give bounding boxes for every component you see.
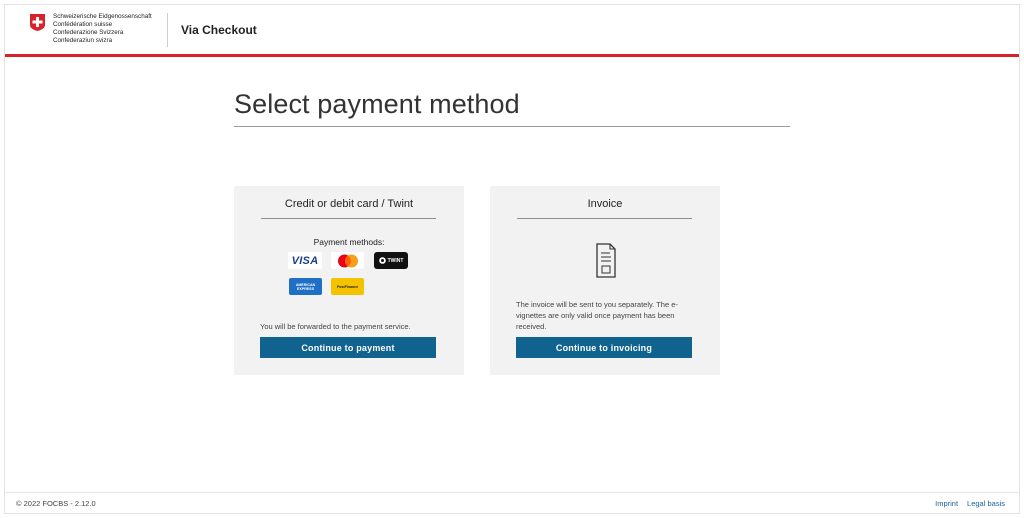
card-payment-panel: Credit or debit card / Twint Payment met… — [234, 186, 464, 375]
imprint-link[interactable]: Imprint — [935, 499, 958, 508]
legal-basis-link[interactable]: Legal basis — [967, 499, 1005, 508]
card-payment-title: Credit or debit card / Twint — [284, 198, 414, 210]
card-divider — [261, 218, 436, 219]
invoice-title: Invoice — [587, 198, 623, 210]
logo-line: Confederazione Svizzera — [53, 29, 124, 36]
continue-to-invoicing-button[interactable]: Continue to invoicing — [516, 337, 692, 358]
browser-frame: Schweizerische Eidgenossenschaft Confédé… — [4, 4, 1020, 514]
site-header: Schweizerische Eidgenossenschaft Confédé… — [5, 5, 1019, 54]
federal-logo[interactable]: Schweizerische Eidgenossenschaft Confédé… — [30, 13, 152, 45]
visa-logo-text: VISA — [291, 254, 319, 267]
amex-logo: AMERICAN EXPRESS — [289, 278, 322, 295]
swiss-flag-icon — [30, 14, 45, 31]
footer-version: © 2022 FOCBS - 2.12.0 — [16, 499, 96, 508]
page-title: Select payment method — [234, 89, 520, 119]
postfinance-logo-text: PostFinance — [336, 284, 359, 289]
payment-methods-label: Payment methods: — [313, 237, 385, 247]
visa-logo: VISA — [288, 252, 322, 269]
postfinance-logo: PostFinance — [331, 278, 364, 295]
footer-links: Imprint Legal basis — [935, 499, 1005, 508]
amex-logo-text: AMERICAN EXPRESS — [295, 282, 316, 291]
twint-logo: TWINT — [374, 252, 408, 269]
forward-note: You will be forwarded to the payment ser… — [260, 322, 411, 331]
logo-text: Schweizerische Eidgenossenschaft Confédé… — [53, 13, 152, 45]
invoice-document-icon — [594, 243, 618, 279]
app-title: Via Checkout — [181, 23, 257, 37]
continue-to-payment-button[interactable]: Continue to payment — [260, 337, 436, 358]
twint-logo-text: TWINT — [387, 257, 404, 264]
invoice-note: The invoice will be sent to you separate… — [516, 300, 678, 331]
logo-line: Confederaziun svizra — [53, 37, 113, 44]
logo-line: Confédération suisse — [53, 21, 113, 28]
mastercard-logo — [331, 252, 364, 269]
header-accent-bar — [5, 54, 1019, 57]
header-divider — [167, 13, 168, 47]
card-divider — [517, 218, 692, 219]
title-divider — [234, 126, 790, 127]
footer-divider — [5, 492, 1019, 493]
invoice-panel: Invoice The invoice will be sent to you … — [490, 186, 720, 375]
logo-line: Schweizerische Eidgenossenschaft — [53, 13, 152, 20]
